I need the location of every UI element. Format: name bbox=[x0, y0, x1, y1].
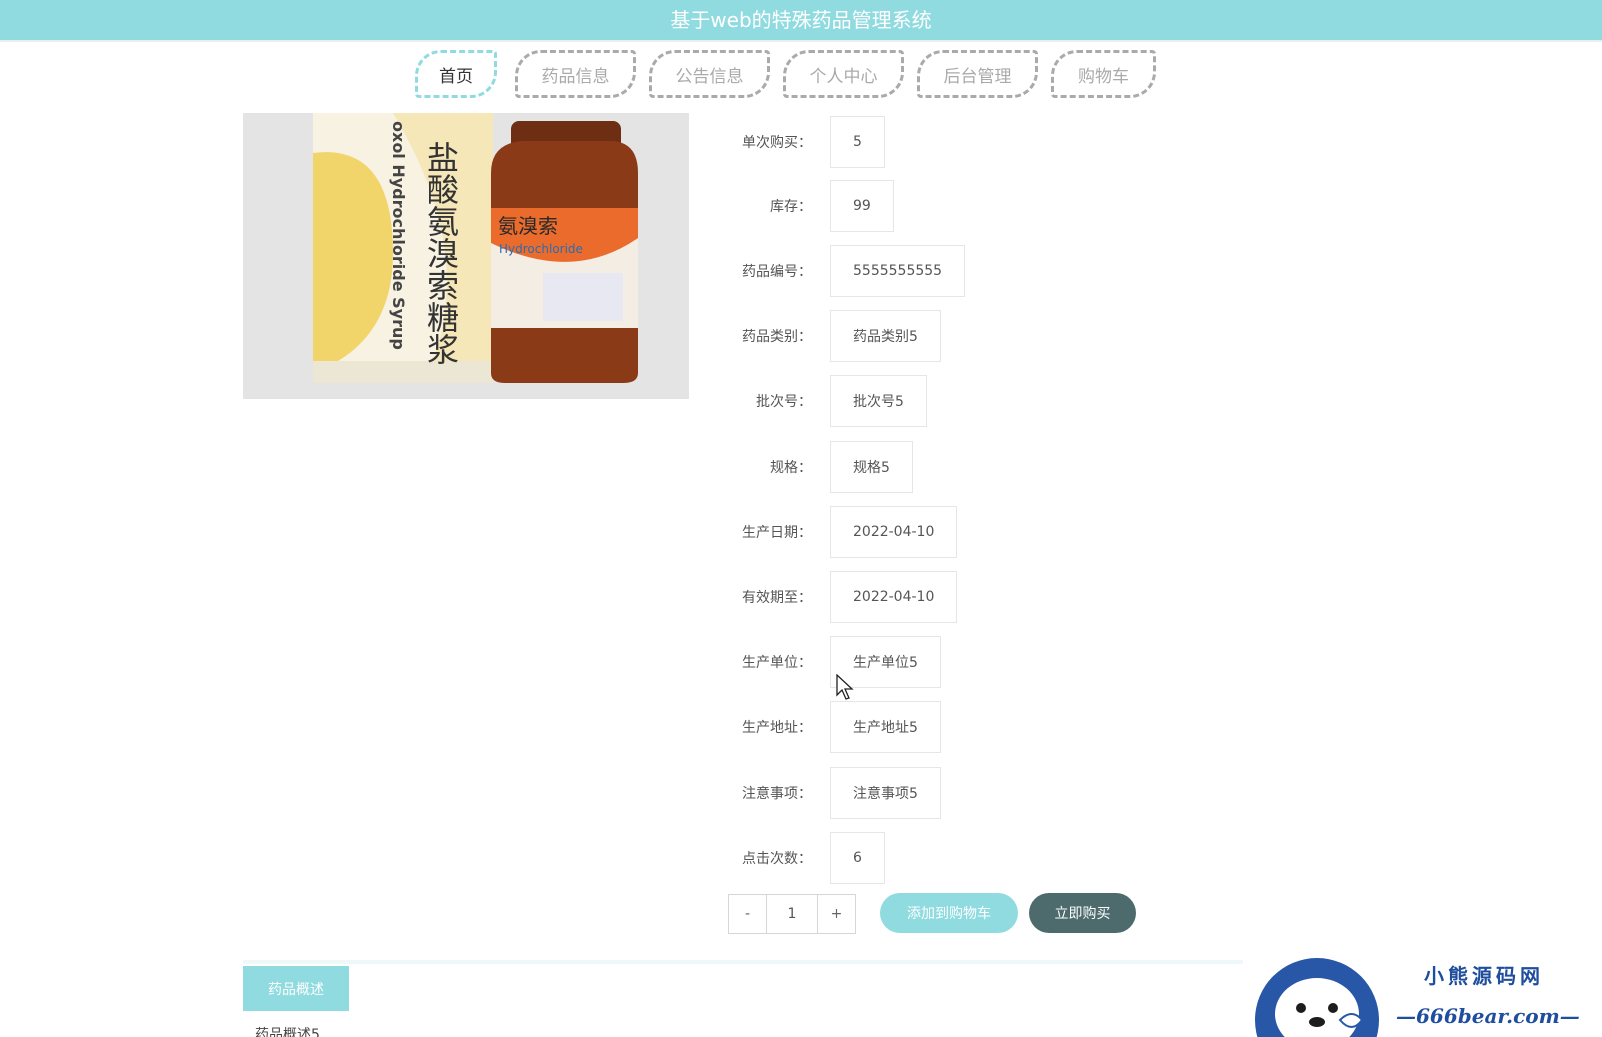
field-click-count: 点击次数： 6 bbox=[700, 832, 885, 884]
top-header-bar: 基于web的特殊药品管理系统 bbox=[0, 0, 1602, 42]
field-stock: 库存： 99 bbox=[700, 180, 894, 232]
field-label: 有效期至： bbox=[742, 590, 812, 606]
field-value: 注意事项5 bbox=[830, 767, 941, 819]
field-value: 5 bbox=[830, 116, 885, 168]
field-medicine-code: 药品编号： 5555555555 bbox=[700, 245, 966, 297]
field-value: 药品类别5 bbox=[830, 310, 941, 362]
field-single-purchase: 单次购买： 5 bbox=[700, 116, 885, 168]
box-chinese-text: 盐酸氨溴索糖浆 bbox=[422, 141, 460, 365]
nav-item-admin[interactable]: 后台管理 bbox=[917, 50, 1038, 98]
nav-item-announcements[interactable]: 公告信息 bbox=[649, 50, 770, 98]
bear-logo-icon bbox=[1254, 950, 1380, 1037]
field-label: 生产日期： bbox=[742, 525, 812, 541]
field-label: 药品类别： bbox=[742, 329, 812, 345]
product-image: 盐酸氨溴索糖浆 oxol Hydrochloride Syrup 氨溴索 Hyd… bbox=[243, 113, 689, 399]
field-label: 点击次数： bbox=[742, 851, 812, 867]
box-english-text: oxol Hydrochloride Syrup bbox=[389, 121, 408, 350]
add-to-cart-button[interactable]: 添加到购物车 bbox=[880, 893, 1018, 933]
field-manufacturer-address: 生产地址： 生产地址5 bbox=[700, 701, 941, 753]
buy-now-button[interactable]: 立即购买 bbox=[1029, 893, 1136, 933]
field-expiry-date: 有效期至： 2022-04-10 bbox=[700, 571, 958, 623]
detail-tabs: 药品概述 药品概述5 bbox=[243, 960, 1243, 1037]
nav-item-medicine-info[interactable]: 药品信息 bbox=[515, 50, 636, 98]
field-production-date: 生产日期： 2022-04-10 bbox=[700, 506, 958, 558]
field-label: 生产单位： bbox=[742, 655, 812, 671]
decrement-button[interactable]: - bbox=[729, 895, 766, 933]
tab-medicine-overview[interactable]: 药品概述 bbox=[243, 966, 349, 1011]
field-value: 生产地址5 bbox=[830, 701, 941, 753]
bottle-label-text: 氨溴索 bbox=[498, 214, 558, 238]
bear-face-icon bbox=[1255, 958, 1379, 1037]
field-label: 单次购买： bbox=[742, 135, 812, 151]
field-medicine-category: 药品类别： 药品类别5 bbox=[700, 310, 941, 362]
nav-item-personal-center[interactable]: 个人中心 bbox=[783, 50, 904, 98]
tab-content-text: 药品概述5 bbox=[255, 1027, 320, 1037]
nav-item-cart[interactable]: 购物车 bbox=[1051, 50, 1156, 98]
page-title: 基于web的特殊药品管理系统 bbox=[670, 8, 932, 32]
field-label: 规格： bbox=[770, 460, 812, 476]
field-value: 2022-04-10 bbox=[830, 571, 958, 623]
field-value: 规格5 bbox=[830, 441, 913, 493]
field-label: 库存： bbox=[770, 199, 812, 215]
bottle-english-text: Hydrochloride bbox=[499, 242, 583, 256]
field-value: 2022-04-10 bbox=[830, 506, 958, 558]
watermark-site-url: —666bear.com— bbox=[1396, 1004, 1580, 1028]
field-value: 5555555555 bbox=[830, 245, 966, 297]
quantity-input[interactable]: 1 bbox=[766, 895, 818, 933]
watermark-site-name: 小熊源码网 bbox=[1424, 964, 1544, 988]
mouse-cursor-icon bbox=[836, 674, 854, 700]
field-precautions: 注意事项： 注意事项5 bbox=[700, 767, 941, 819]
field-value: 6 bbox=[830, 832, 885, 884]
field-value: 批次号5 bbox=[830, 375, 927, 427]
field-specification: 规格： 规格5 bbox=[700, 441, 913, 493]
increment-button[interactable]: + bbox=[818, 895, 855, 933]
field-batch-number: 批次号： 批次号5 bbox=[700, 375, 927, 427]
product-photo-illustration: 盐酸氨溴索糖浆 oxol Hydrochloride Syrup 氨溴索 Hyd… bbox=[243, 113, 689, 399]
field-label: 注意事项： bbox=[742, 786, 812, 802]
nav-item-home[interactable]: 首页 bbox=[415, 50, 497, 98]
field-label: 生产地址： bbox=[742, 720, 812, 736]
field-value: 99 bbox=[830, 180, 894, 232]
field-label: 批次号： bbox=[756, 394, 812, 410]
field-label: 药品编号： bbox=[742, 264, 812, 280]
field-manufacturer: 生产单位： 生产单位5 bbox=[700, 636, 941, 688]
quantity-stepper: - 1 + bbox=[728, 894, 856, 934]
main-nav: 首页 药品信息 公告信息 个人中心 后台管理 购物车 bbox=[0, 50, 1602, 100]
